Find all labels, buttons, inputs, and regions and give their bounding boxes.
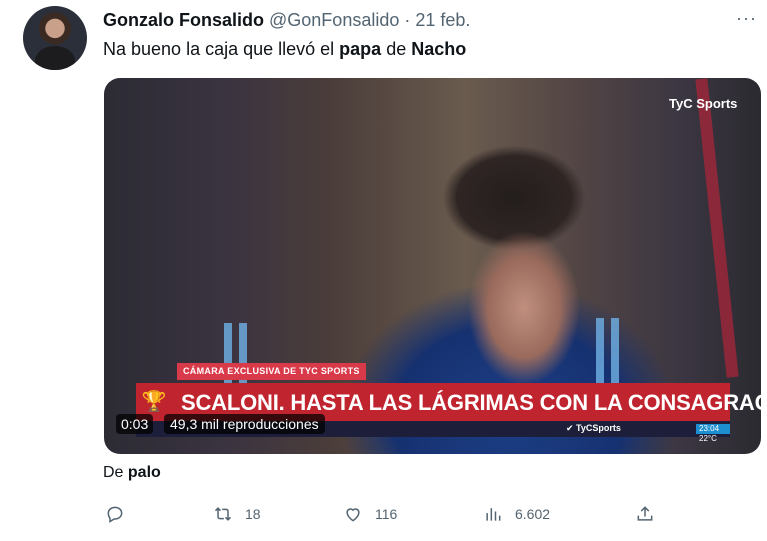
background-strap [695,78,739,378]
channel-watermark: TyC Sports [669,96,738,111]
tweet-text-bold: Nacho [411,39,467,59]
video-duration-badge: 0:03 [116,414,154,434]
video-views-badge: 49,3 mil reproducciones [164,414,325,434]
lower-third-headline: SCALONI. HASTA LAS LÁGRIMAS CON LA CONSA… [181,390,761,415]
reply-text-bold: palo [127,464,161,481]
like-button[interactable]: 116 [343,502,397,526]
retweet-button[interactable]: 18 [213,502,261,526]
trophy-icon: 🏆 [141,391,167,413]
author-handle[interactable]: @GonFonsalido [269,10,399,30]
tweet-text-bold: papa [339,39,382,59]
reply-icon [107,506,123,523]
tweet-card: Gonzalo Fonsalido @GonFonsalido · 21 feb… [0,0,767,541]
views-button[interactable]: 6.602 [483,502,550,526]
video-player[interactable]: TyC Sports CÁMARA EXCLUSIVA DE TYC SPORT… [104,78,761,454]
action-bar: 18 116 6.602 [103,502,663,526]
ticker-logo: ✔ TyCSports [566,423,621,433]
tweet-header: Gonzalo Fonsalido @GonFonsalido · 21 feb… [103,10,470,31]
author-name[interactable]: Gonzalo Fonsalido [103,10,264,30]
tweet-text: Na bueno la caja que llevó el papa de Na… [103,39,466,60]
tweet-text-part: Na bueno la caja que llevó el [103,39,340,59]
separator-dot: · [404,10,411,30]
reply-text: De palo [103,464,161,482]
reply-button[interactable] [105,502,125,526]
like-count: 116 [375,506,398,522]
analytics-icon [486,508,501,521]
tweet-text-part: de [381,39,412,59]
heart-icon [346,508,360,522]
share-button[interactable] [635,502,655,526]
share-icon [637,506,653,521]
more-options-icon[interactable]: ··· [736,8,757,29]
views-count: 6.602 [515,506,551,522]
reply-text-part: De [103,464,128,481]
retweet-icon [214,507,232,521]
ticker-clock: 23:04 22°C [696,424,730,443]
tweet-date[interactable]: 21 feb. [415,10,470,30]
retweet-count: 18 [245,506,261,522]
lower-third-kicker: CÁMARA EXCLUSIVA DE TYC SPORTS [177,363,366,380]
avatar[interactable] [23,6,87,70]
